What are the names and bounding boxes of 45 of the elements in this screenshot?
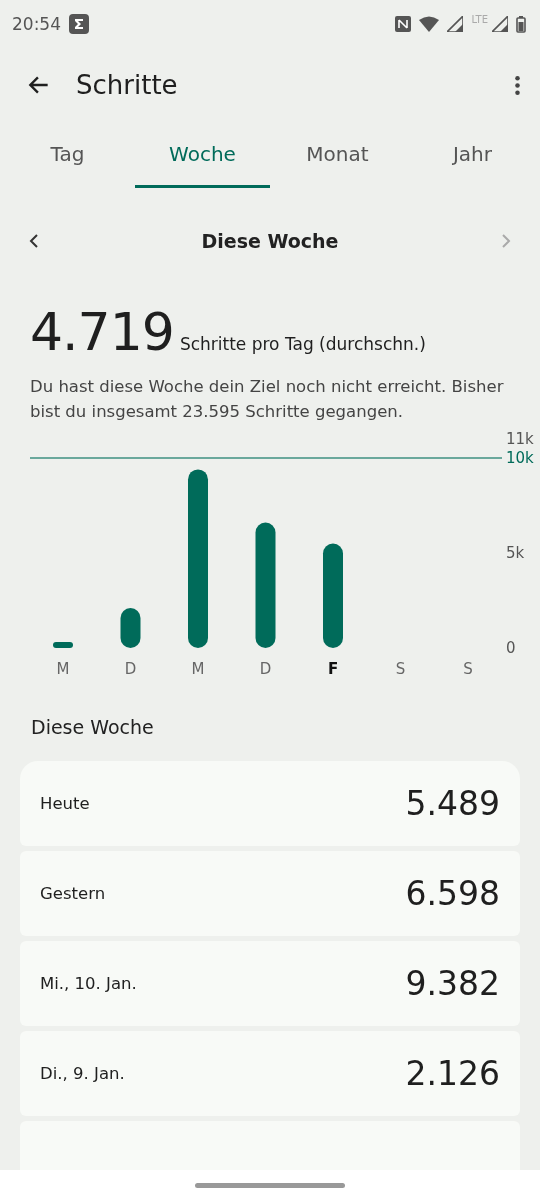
network-type: LTE	[471, 14, 488, 25]
wifi-icon	[419, 16, 440, 32]
tab[interactable]: Tag	[0, 122, 135, 188]
day-label: S	[395, 660, 406, 678]
gesture-handle[interactable]	[195, 1182, 345, 1188]
tab[interactable]: Monat	[270, 122, 405, 188]
day-name: Gestern	[40, 884, 106, 903]
average-steps: 4.719	[30, 302, 174, 362]
tab[interactable]: Jahr	[405, 122, 540, 188]
day-name: Heute	[40, 794, 90, 813]
battery-icon	[516, 15, 526, 33]
day-name: Di., 9. Jan.	[40, 1064, 125, 1083]
more-vertical-icon	[515, 75, 520, 95]
axis-tick-label: 0	[506, 639, 516, 657]
day-label: S	[463, 660, 473, 678]
sigma-app-icon	[69, 14, 89, 34]
step-count: 9.382	[405, 964, 500, 1003]
day-name: Mi., 10. Jan.	[40, 974, 137, 993]
day-card[interactable]: Mi., 10. Jan. 9.382	[20, 941, 520, 1026]
signal-icon	[492, 16, 508, 32]
goal-label: 10k	[506, 449, 534, 467]
day-label: F	[327, 660, 339, 678]
day-label: D	[124, 660, 137, 678]
nfc-icon	[395, 16, 412, 32]
section-heading: Diese Woche	[31, 716, 155, 738]
goal-message: Du hast diese Woche dein Ziel noch nicht erreicht. Bisher bist du insgesamt 23.595 Schritte gegangen.	[30, 376, 505, 423]
clock: 20:54	[12, 14, 61, 34]
day-card[interactable]: Di., 9. Jan. 2.126	[20, 1031, 520, 1116]
step-count: 6.598	[405, 874, 500, 913]
day-card[interactable]: Heute 5.489	[20, 761, 520, 846]
empty-day-marker	[53, 642, 73, 648]
axis-tick-label: 11k	[506, 430, 534, 448]
average-unit: Schritte pro Tag (durchschn.)	[179, 334, 426, 354]
tab[interactable]: Woche	[135, 122, 270, 188]
period-label: Diese Woche	[200, 230, 340, 252]
bar	[120, 608, 141, 648]
step-count: 2.126	[405, 1054, 500, 1093]
day-label: D	[259, 660, 272, 678]
day-label: M	[191, 660, 205, 678]
signal-icon	[447, 16, 464, 32]
day-card[interactable]: Gestern 6.598	[20, 851, 520, 936]
day-label: M	[56, 660, 70, 678]
screen-title: Schritte	[76, 70, 179, 100]
step-count: 5.489	[405, 784, 500, 823]
axis-tick-label: 5k	[506, 544, 525, 562]
